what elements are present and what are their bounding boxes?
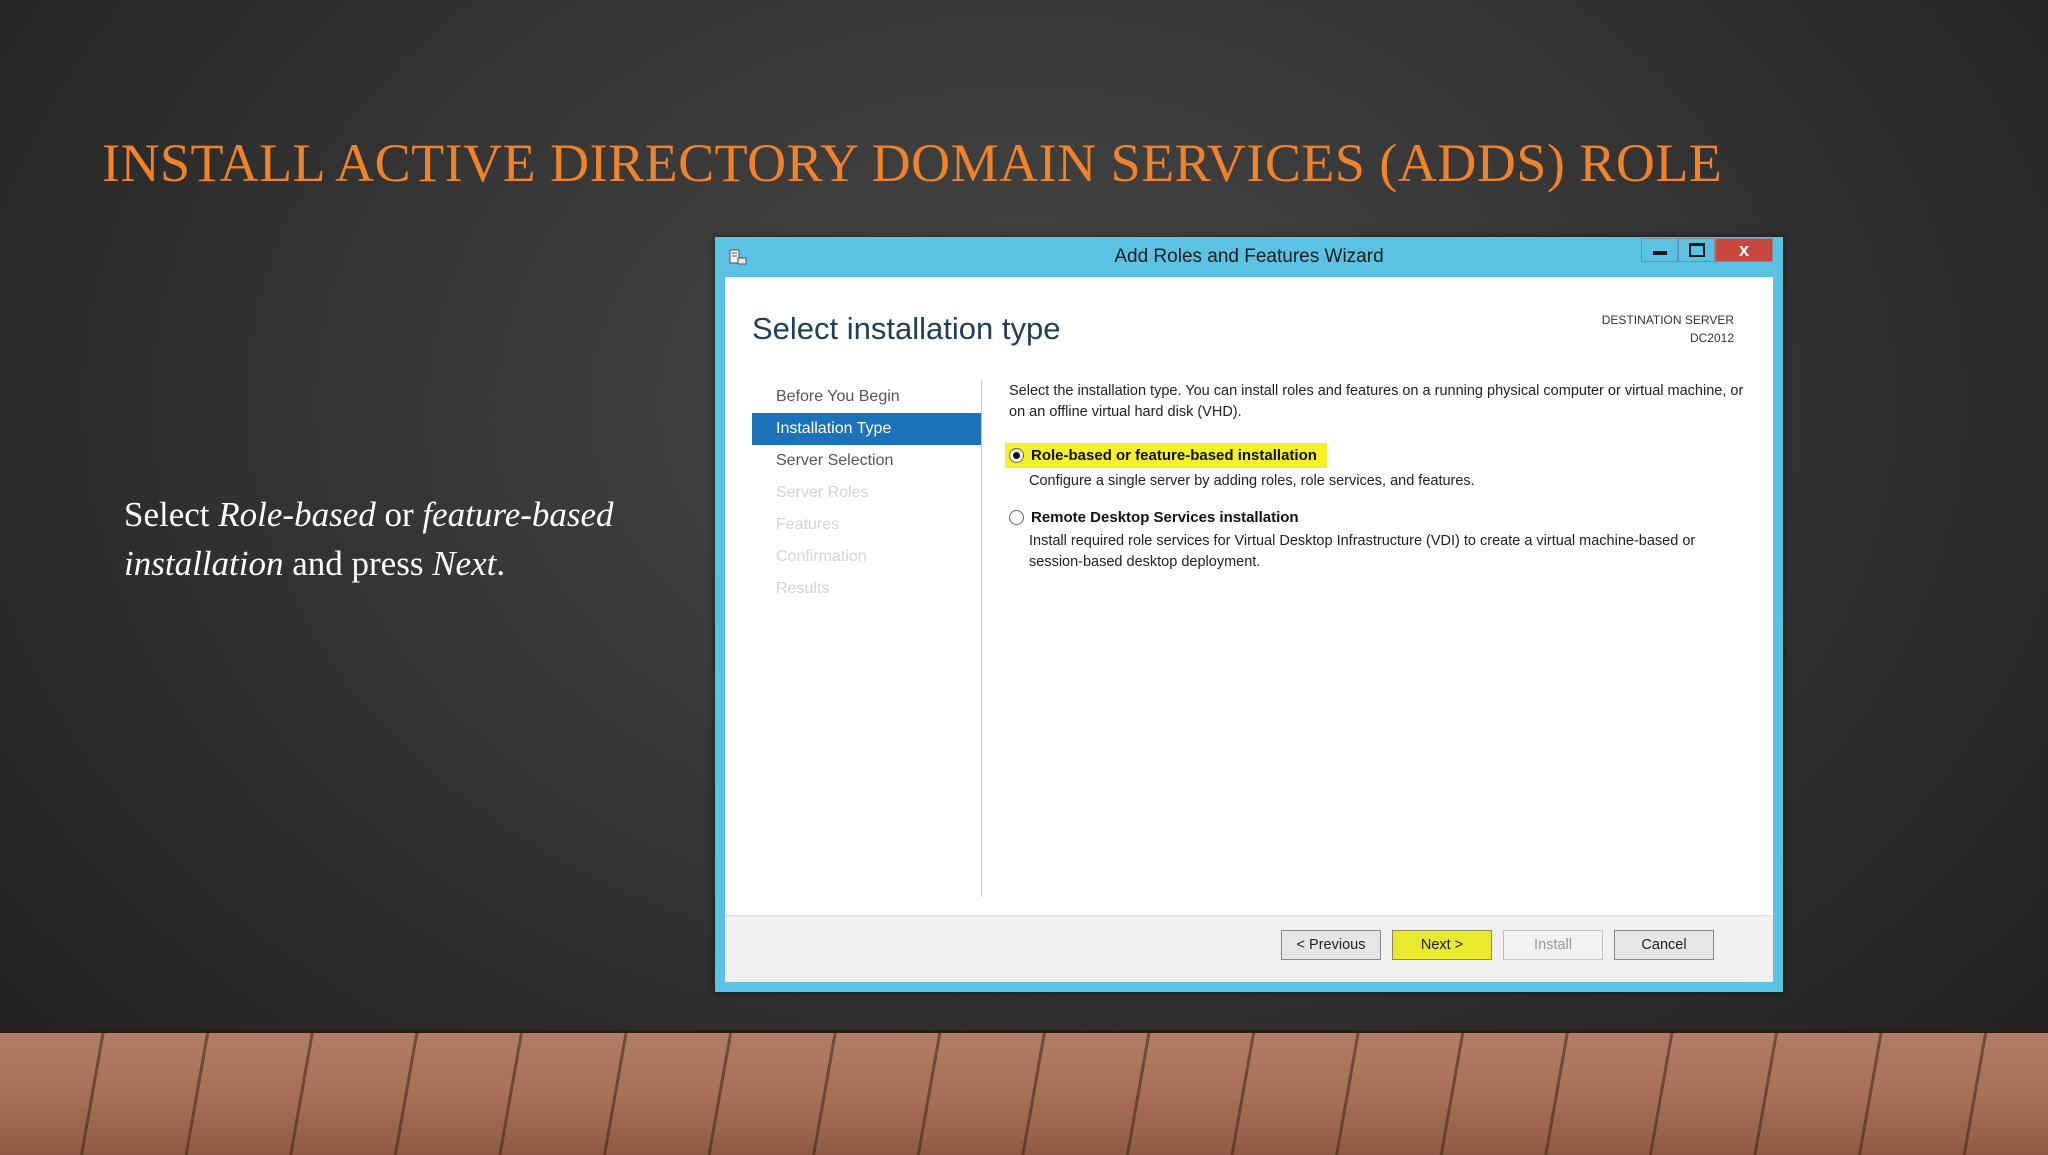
title-bar[interactable]: Add Roles and Features Wizard x <box>715 237 1783 277</box>
wizard-client-area: Select installation type DESTINATION SER… <box>725 277 1773 982</box>
nav-item-server-roles: Server Roles <box>776 484 869 501</box>
wizard-nav: Before You Begin Installation Type Serve… <box>752 381 982 605</box>
nav-item-before-you-begin[interactable]: Before You Begin <box>752 381 982 413</box>
caption-text: Select <box>124 495 219 534</box>
nav-item-server-selection[interactable]: Server Selection <box>752 445 982 477</box>
option-label[interactable]: Role-based or feature-based installation <box>1031 445 1317 466</box>
radio-unchecked-icon[interactable] <box>1009 510 1024 525</box>
wizard-window: Add Roles and Features Wizard x Select i… <box>715 237 1783 992</box>
option-description: Install required role services for Virtu… <box>1029 533 1696 570</box>
caption-text: and press <box>283 544 433 583</box>
next-button[interactable]: Next > <box>1392 930 1492 960</box>
option-role-based[interactable]: Role-based or feature-based installation… <box>1005 443 1749 492</box>
slide-caption: Select Role-based or feature-based insta… <box>124 490 704 588</box>
maximize-icon <box>1688 243 1705 257</box>
minimize-button[interactable] <box>1641 238 1678 262</box>
nav-item-features: Features <box>776 516 840 533</box>
window-title: Add Roles and Features Wizard <box>1114 246 1384 267</box>
minimize-icon <box>1652 251 1667 255</box>
caption-text: . <box>496 544 506 583</box>
installation-description: Select the installation type. You can in… <box>1009 383 1744 420</box>
option-highlight: Role-based or feature-based installation <box>1005 443 1327 468</box>
caption-emphasis: Role-based <box>218 495 376 534</box>
close-button[interactable]: x <box>1715 238 1773 262</box>
option-label[interactable]: Remote Desktop Services installation <box>1031 507 1299 528</box>
nav-item-results: Results <box>776 580 830 597</box>
caption-emphasis: Next <box>432 544 497 583</box>
nav-divider <box>981 381 982 897</box>
destination-server: DESTINATION SERVER DC2012 <box>1602 311 1734 347</box>
wood-floor <box>0 1030 2048 1155</box>
destination-server-name: DC2012 <box>1689 331 1734 345</box>
nav-item-confirmation: Confirmation <box>776 548 867 565</box>
slide-title: INSTALL ACTIVE DIRECTORY DOMAIN SERVICES… <box>102 133 1723 193</box>
destination-label: DESTINATION SERVER <box>1601 313 1734 327</box>
wizard-footer: < Previous Next > Install Cancel <box>725 915 1773 982</box>
close-icon: x <box>1738 239 1749 260</box>
maximize-button[interactable] <box>1678 238 1715 262</box>
page-heading: Select installation type <box>752 311 1061 346</box>
radio-checked-icon[interactable] <box>1009 448 1024 463</box>
nav-item-installation-type[interactable]: Installation Type <box>752 413 982 445</box>
content-pane: Select the installation type. You can in… <box>1005 381 1749 570</box>
install-button: Install <box>1503 930 1603 960</box>
option-description: Configure a single server by adding role… <box>1029 473 1475 489</box>
caption-text: or <box>375 495 423 534</box>
cancel-button[interactable]: Cancel <box>1614 930 1714 960</box>
previous-button[interactable]: < Previous <box>1281 930 1381 960</box>
option-remote-desktop[interactable]: Remote Desktop Services installation Ins… <box>1009 507 1749 573</box>
